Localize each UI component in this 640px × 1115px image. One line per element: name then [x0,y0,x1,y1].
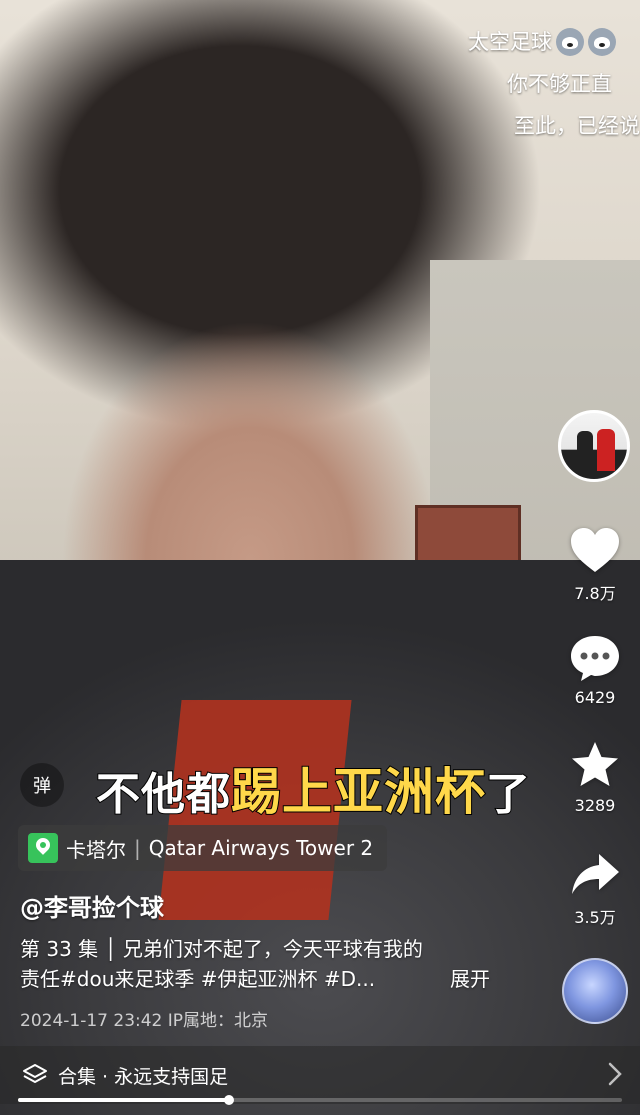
share-arrow-icon [572,854,619,894]
location-pin-icon [28,833,58,863]
video-description[interactable]: 第 33 集 │ 兄弟们对不起了，今天平球有我的 责任#dou来足球季 #伊起亚… [20,934,490,994]
share-count: 3.5万 [574,908,616,927]
comment-count: 6429 [574,688,616,707]
star-icon [572,742,618,786]
chevron-right-icon [608,1062,622,1086]
danmaku-text-2: 你不够正直 [507,72,612,96]
caption-part-3: 了 [485,768,531,821]
danmaku-text-3: 至此，已经说 [514,114,640,138]
author-name[interactable]: @李哥捡个球 [20,888,164,923]
ip-location: IP属地：北京 [167,1011,269,1031]
music-disc-avatar[interactable] [562,958,628,1024]
progress-fill [18,1098,230,1102]
post-meta: 2024-1-17 23:42 IP属地：北京 [20,1006,268,1031]
avatar-person-1 [577,431,593,471]
comment-icon [571,636,619,681]
favorite-count: 3289 [574,796,616,815]
danmaku-text-1: 太空足球 [468,29,552,54]
share-button[interactable]: 3.5万 [555,852,635,928]
video-progress-bar[interactable] [18,1095,622,1105]
post-datetime: 2024-1-17 23:42 [20,1011,163,1031]
comment-button[interactable]: 6429 [555,634,635,707]
collection-bar[interactable]: 合集 · 永远支持国足 [0,1046,640,1104]
location-place: Qatar Airways Tower 2 [148,836,374,860]
husky-emoji-icon [556,28,584,56]
location-city: 卡塔尔 [66,837,126,862]
heart-icon [571,528,619,572]
location-tag[interactable]: 卡塔尔 | Qatar Airways Tower 2 [18,825,388,871]
danmaku-line-1: 太空足球 [468,28,616,56]
description-line-2-row: 责任#dou来足球季 #伊起亚洲杯 #D... 展开 [20,964,490,994]
description-line-2: 责任#dou来足球季 #伊起亚洲杯 #D... [20,967,376,991]
like-button[interactable]: 7.8万 [555,526,635,604]
danmaku-line-3: 至此，已经说 [514,116,640,137]
danmaku-toggle-button[interactable]: 弹 [20,763,64,807]
description-line-1: 第 33 集 │ 兄弟们对不起了，今天平球有我的 [20,937,423,961]
caption-part-2: 踢上亚洲杯 [230,762,486,822]
favorite-button[interactable]: 3289 [555,740,635,815]
expand-button[interactable]: 展开 [450,964,490,994]
location-separator: | [134,836,141,860]
video-caption: 不他都踢上亚洲杯了 [95,752,531,824]
danmaku-line-2: 你不够正直 [507,74,612,95]
like-count: 7.8万 [574,584,616,603]
husky-emoji-icon [588,28,616,56]
caption-part-1: 不他都 [95,768,231,821]
collection-label: 合集 · 永远支持国足 [58,1065,229,1088]
avatar-person-2 [597,429,615,471]
author-avatar[interactable] [558,410,630,482]
danmaku-toggle-label: 弹 [33,776,51,797]
layers-icon [23,1064,47,1083]
